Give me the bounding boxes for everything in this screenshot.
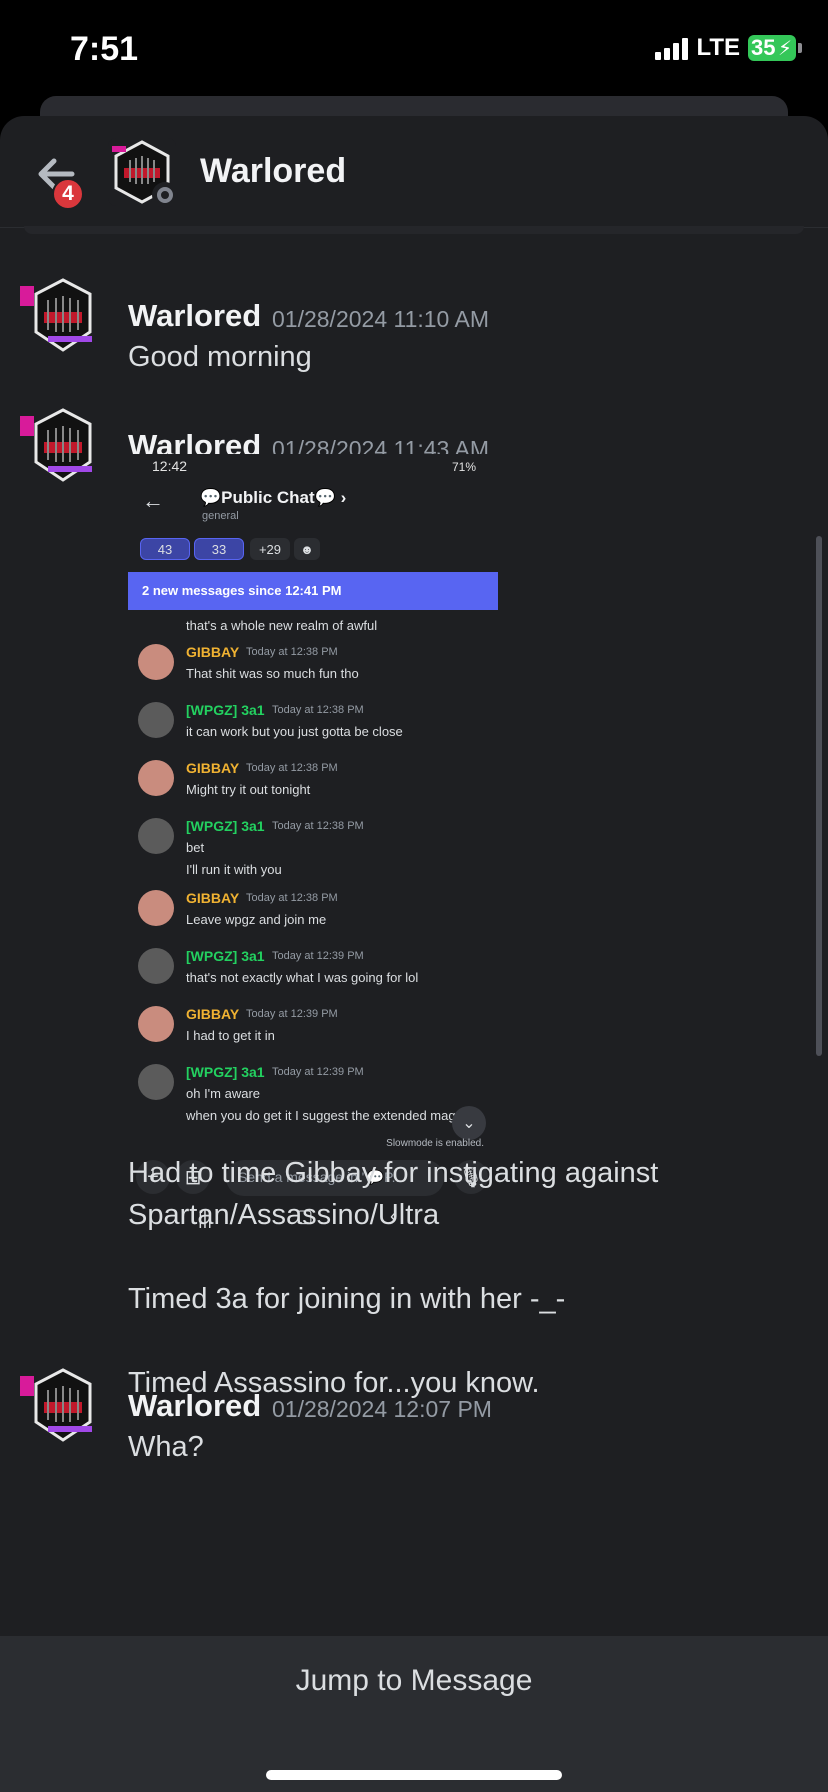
new-messages-bar: 2 new messages since 12:41 PM: [128, 572, 498, 610]
offline-status-icon: [152, 182, 178, 208]
message-text-line: Had to time Gibbay for instigating again…: [128, 1157, 659, 1189]
jump-to-message-button[interactable]: Jump to Message: [0, 1664, 828, 1698]
attachment-chat-time: Today at 12:39 PM: [272, 1066, 364, 1078]
attachment-chat-time: Today at 12:38 PM: [272, 704, 364, 716]
attachment-chat-message: [WPGZ] 3a1 Today at 12:38 PM it can work b…: [128, 702, 498, 756]
attachment-chat-message: [WPGZ] 3a1 Today at 12:38 PM bet I'll run i…: [128, 818, 498, 877]
attachment-chat-message: GIBBAY Today at 12:38 PM Leave wpgz and jo…: [128, 890, 498, 944]
jump-to-message-bar: Jump to Message: [0, 1636, 828, 1792]
network-label: LTE: [696, 34, 740, 61]
attachment-chat-author: GIBBAY: [186, 760, 240, 776]
avatar: [138, 702, 174, 738]
attachment-chat-message: GIBBAY Today at 12:38 PM Might try it out …: [128, 760, 498, 814]
attachment-chat-message: [WPGZ] 3a1 Today at 12:39 PM that's not ex…: [128, 948, 498, 1002]
attachment-chat-text: that's not exactly what I was going for …: [186, 970, 419, 985]
attachment-cut-text: that's a whole new realm of awful: [186, 618, 378, 633]
attachment-chat-time: Today at 12:38 PM: [246, 892, 338, 904]
image-attachment[interactable]: 12:42 71% ← 💬Public Chat💬 › general 43 3…: [128, 454, 498, 1234]
message-timestamp: 01/28/2024 11:10 AM: [272, 306, 489, 332]
attachment-chat-text: Leave wpgz and join me: [186, 912, 327, 927]
attachment-back-icon: ←: [142, 488, 164, 513]
attachment-chat-author: [WPGZ] 3a1: [186, 702, 265, 718]
message-timestamp: 01/28/2024 12:07 PM: [272, 1396, 492, 1422]
message-item[interactable]: Warlored 01/28/2024 12:07 PM Wha?: [0, 1366, 828, 1463]
message-text: Good morning: [128, 341, 312, 373]
attachment-status-time: 12:42: [152, 458, 188, 474]
message-item[interactable]: Warlored 01/28/2024 11:10 AM Good mornin…: [0, 276, 828, 396]
page-title: Warlored: [200, 152, 347, 190]
attachment-chat-time: Today at 12:39 PM: [246, 1008, 338, 1020]
status-time: 7:51: [70, 30, 139, 68]
dm-header: 4 Warlored: [0, 116, 828, 228]
message-author[interactable]: Warlored: [128, 1388, 261, 1424]
message-sheet: 4 Warlored Warlored 01/28/2024 11:10 AM …: [0, 116, 828, 1792]
attachment-chat-text: when you do get it I suggest the extende…: [186, 1108, 456, 1123]
header-divider: [24, 226, 804, 234]
attachment-chat-message: GIBBAY Today at 12:39 PM I had to get it i…: [128, 1006, 498, 1060]
attachment-chat-author: [WPGZ] 3a1: [186, 1064, 265, 1080]
battery-icon: 35 ⚡: [748, 35, 802, 61]
avatar[interactable]: [18, 276, 108, 356]
attachment-chat-text: bet: [186, 840, 205, 855]
avatar: [138, 760, 174, 796]
attachment-chat-author: [WPGZ] 3a1: [186, 818, 265, 834]
attachment-chat-text: I'll run it with you: [186, 862, 282, 877]
attachment-chat-text: Might try it out tonight: [186, 782, 311, 797]
avatar: [138, 1064, 174, 1100]
attachment-chat-author: GIBBAY: [186, 644, 240, 660]
status-bar: 7:51 LTE 35 ⚡: [0, 0, 828, 100]
attachment-channel-title: 💬Public Chat💬 ›: [200, 488, 347, 507]
avatar: [138, 1006, 174, 1042]
scrollbar[interactable]: [816, 536, 822, 1056]
avatar[interactable]: [18, 406, 108, 486]
message-text: Wha?: [128, 1431, 204, 1463]
attachment-chat-text: it can work but you just gotta be close: [186, 724, 403, 739]
attachment-chat-author: GIBBAY: [186, 1006, 240, 1022]
avatar[interactable]: [18, 1366, 108, 1446]
attachment-pill: +29: [250, 538, 290, 560]
status-indicators: LTE 35 ⚡: [655, 34, 802, 62]
charging-icon: ⚡: [777, 38, 792, 60]
home-indicator: [266, 1770, 562, 1780]
attachment-chat-author: [WPGZ] 3a1: [186, 948, 265, 964]
attachment-chat-message: GIBBAY Today at 12:38 PM That shit was so …: [128, 644, 498, 698]
attachment-chat-time: Today at 12:38 PM: [272, 820, 364, 832]
avatar: [138, 890, 174, 926]
attachment-chat-text: I had to get it in: [186, 1028, 275, 1043]
attachment-chat-message: [WPGZ] 3a1 Today at 12:39 PM oh I'm aware w…: [128, 1064, 498, 1123]
attachment-chat-time: Today at 12:38 PM: [246, 646, 338, 658]
attachment-chat-text: That shit was so much fun tho: [186, 666, 359, 681]
attachment-battery: 71%: [451, 460, 476, 474]
signal-icon: [655, 36, 689, 60]
attachment-chat-author: GIBBAY: [186, 890, 240, 906]
attachment-pill: 43: [140, 538, 190, 560]
avatar: [138, 948, 174, 984]
emoji-icon: ☻: [294, 538, 320, 560]
chevron-down-icon: ⌄: [452, 1106, 486, 1140]
attachment-chat-time: Today at 12:38 PM: [246, 762, 338, 774]
avatar: [138, 644, 174, 680]
avatar: [138, 818, 174, 854]
message-text-line: Spartan/Assassino/Ultra: [128, 1199, 440, 1231]
attachment-pill: 33: [194, 538, 244, 560]
message-author[interactable]: Warlored: [128, 298, 261, 334]
battery-level: 35: [751, 35, 776, 60]
attachment-chat-text: oh I'm aware: [186, 1086, 261, 1101]
message-text-line: Timed 3a for joining in with her -_-: [128, 1283, 566, 1315]
unread-badge: 4: [52, 178, 84, 210]
slowmode-label: Slowmode is enabled.: [386, 1138, 484, 1149]
attachment-chat-time: Today at 12:39 PM: [272, 950, 364, 962]
attachment-channel-sub: general: [202, 510, 239, 522]
